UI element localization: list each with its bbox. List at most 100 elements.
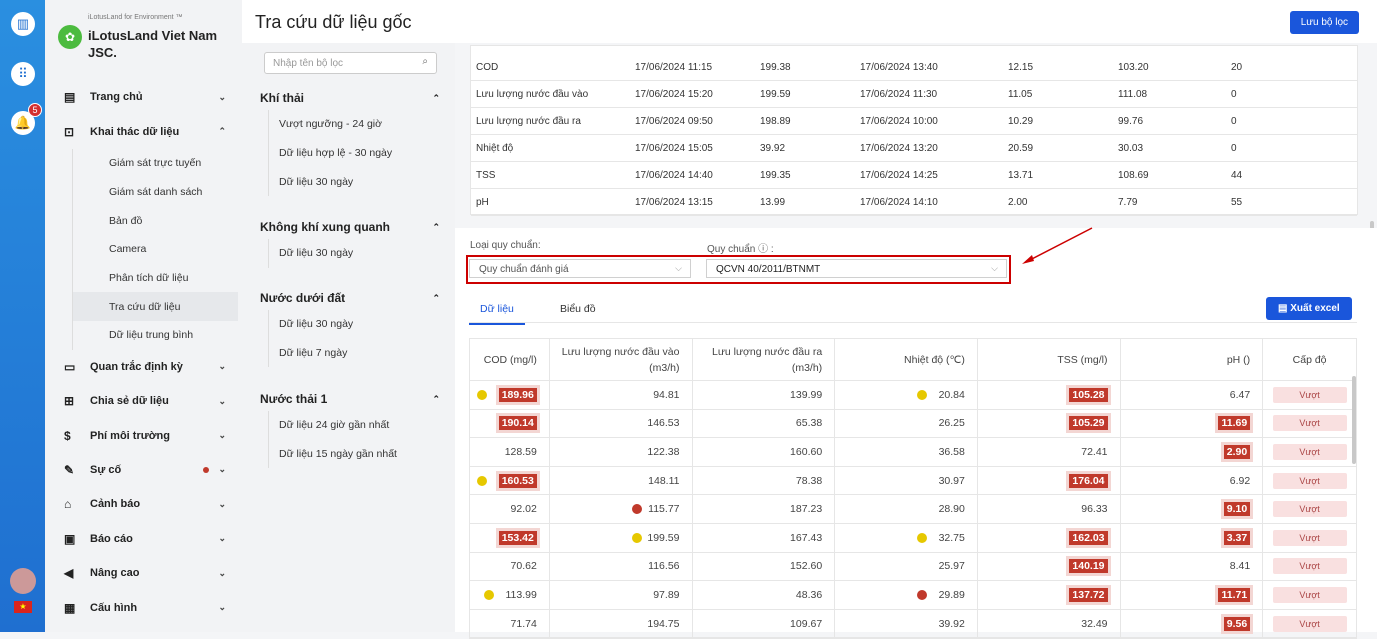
- save-filter-button[interactable]: Lưu bộ lọc: [1289, 11, 1359, 34]
- search-placeholder: Nhập tên bộ lọc: [273, 58, 344, 69]
- filter-search-input[interactable]: Nhập tên bộ lọc ⌕: [264, 52, 437, 74]
- table-cell: 109.67: [693, 609, 836, 638]
- sidebar-item[interactable]: ▭ Quan trắc định kỳ ⌄: [45, 350, 242, 384]
- table-row[interactable]: 189.96 94.81 139.99 20.84 105.28 6.47 Vượt: [470, 381, 1356, 410]
- summary-cell: 111.08: [1118, 88, 1148, 100]
- level-badge: Vượt: [1272, 501, 1347, 518]
- table-row[interactable]: 128.59 122.38 160.60 36.58 72.41 2.90 Vượt: [470, 438, 1356, 467]
- table-cell: 2.90: [1121, 438, 1264, 466]
- sidebar-subitem[interactable]: Giám sát danh sách: [72, 177, 242, 207]
- table-cell: 36.58: [835, 438, 978, 466]
- sidebar-item[interactable]: ▣ Báo cáo ⌄: [45, 522, 242, 556]
- summary-cell: 198.89: [760, 115, 791, 127]
- column-header-label: pH (): [1226, 353, 1251, 366]
- sidebar-item[interactable]: ✎ Sự cố ⌄: [45, 453, 242, 487]
- sidebar-item-label: Quan trắc định kỳ: [90, 360, 183, 373]
- cell-value: 48.36: [795, 588, 823, 601]
- summary-table: COD 17/06/2024 11:15 199.38 17/06/2024 13:4…: [470, 45, 1358, 216]
- cell-value: 36.58: [938, 445, 965, 458]
- table-scrollbar[interactable]: [1352, 376, 1356, 464]
- filter-item[interactable]: Vượt ngưỡng - 24 giờ: [268, 110, 440, 139]
- company-logo-icon: ✿: [58, 25, 82, 49]
- sidebar-subitem[interactable]: Bản đồ: [72, 206, 242, 235]
- sidebar-item-label: Cảnh báo: [90, 498, 141, 511]
- table-row[interactable]: 160.53 148.11 78.38 30.97 176.04 6.92 Vượt: [470, 466, 1356, 496]
- cell-value: 162.03: [1069, 530, 1108, 545]
- app-logo-icon[interactable]: ▥: [11, 12, 35, 36]
- avatar[interactable]: [10, 568, 36, 594]
- filter-item[interactable]: Dữ liệu 30 ngày: [268, 167, 440, 197]
- filter-item[interactable]: Dữ liệu 24 giờ gần nhất: [268, 411, 440, 440]
- cell-value: 97.89: [653, 588, 680, 601]
- filter-item[interactable]: Dữ liệu 7 ngày: [268, 338, 440, 368]
- apps-grid-icon[interactable]: ⠿: [11, 62, 35, 86]
- summary-cell: Lưu lượng nước đầu vào: [476, 88, 589, 100]
- nav-icon: ◀: [64, 566, 74, 581]
- tabs-divider: [469, 322, 1357, 323]
- table-cell: 97.89: [550, 581, 693, 609]
- cell-value: 65.38: [795, 417, 823, 430]
- filter-item[interactable]: Dữ liệu 15 ngày gần nhất: [268, 439, 440, 469]
- sidebar-item[interactable]: ⊞ Chia sẻ dữ liệu ⌄: [45, 384, 242, 418]
- cell-value: 160.53: [498, 473, 537, 488]
- nav-icon: ✎: [64, 462, 75, 477]
- filter-group-header[interactable]: Khí thải ⌃: [260, 86, 440, 110]
- level-badge: Vượt: [1272, 558, 1347, 575]
- yellow-status-dot-icon: [631, 532, 642, 543]
- table-row[interactable]: 113.99 97.89 48.36 29.89 137.72 11.71 Vượt: [470, 581, 1356, 610]
- cell-value: 78.38: [795, 474, 823, 487]
- table-cell: 105.29: [978, 409, 1121, 438]
- language-flag-icon[interactable]: ★: [14, 601, 32, 613]
- filter-group-header[interactable]: Nước thải 1 ⌃: [260, 387, 440, 411]
- chevron-down-icon: ⌄: [218, 602, 226, 613]
- cell-value: 105.28: [1069, 387, 1108, 402]
- cell-value: 32.49: [1081, 617, 1108, 630]
- filter-panel: Nhập tên bộ lọc ⌕ Khí thải ⌃ Vượt ngưỡng - …: [242, 43, 455, 632]
- sidebar-item-label: Nâng cao: [90, 567, 140, 580]
- sidebar-subitem[interactable]: Camera: [72, 234, 242, 264]
- sidebar-item[interactable]: ◀ Nâng cao ⌄: [45, 556, 242, 590]
- sidebar-item[interactable]: ▦ Cấu hình ⌄: [45, 590, 242, 624]
- sidebar-subitem[interactable]: Giám sát trực tuyến: [72, 148, 242, 178]
- filter-item[interactable]: Dữ liệu 30 ngày: [268, 310, 440, 339]
- summary-cell: 17/06/2024 09:50: [635, 115, 713, 127]
- sidebar-subitem[interactable]: Dữ liệu trung bình: [72, 320, 242, 350]
- cell-value: 148.11: [648, 474, 680, 487]
- summary-cell: 103.20: [1118, 61, 1149, 73]
- sidebar-subitem[interactable]: Phân tích dữ liệu: [72, 263, 242, 293]
- sidebar-item[interactable]: $ Phí môi trường ⌄: [45, 418, 242, 452]
- table-row[interactable]: 153.42 199.59 167.43 32.75 162.03 3.37 Vượt: [470, 523, 1356, 553]
- cell-value: 187.23: [790, 503, 823, 516]
- table-cell: 148.11: [550, 466, 693, 495]
- table-row[interactable]: 71.74 194.75 109.67 39.92 32.49 9.56 Vượt: [470, 609, 1356, 639]
- filter-group: Nước dưới đất ⌃ Dữ liệu 30 ngày Dữ liệu 7 n…: [260, 286, 440, 368]
- cell-value: 113.99: [505, 588, 537, 601]
- level-badge: Vượt: [1272, 443, 1347, 460]
- table-cell: 71.74: [470, 609, 550, 638]
- sidebar-subitem[interactable]: Tra cứu dữ liệu: [72, 292, 238, 321]
- table-row[interactable]: 190.14 146.53 65.38 26.25 105.29 11.69 Vượt: [470, 409, 1356, 439]
- sidebar-item[interactable]: ▤ Trang chủ ⌄: [45, 80, 242, 114]
- sidebar-item[interactable]: ⌂ Cảnh báo ⌄: [45, 487, 242, 521]
- cell-value: 189.96: [498, 387, 537, 402]
- cell-value: 72.41: [1081, 445, 1108, 458]
- level-badge: Vượt: [1272, 615, 1347, 632]
- filter-group-header[interactable]: Nước dưới đất ⌃: [260, 286, 440, 310]
- cell-value: 2.90: [1223, 444, 1251, 459]
- column-header: Nhiệt độ (℃): [835, 339, 978, 380]
- file-icon: ▤: [1278, 303, 1291, 314]
- export-excel-button[interactable]: ▤ Xuất excel: [1266, 297, 1352, 320]
- cell-value: 116.56: [648, 560, 680, 573]
- filter-group-header[interactable]: Không khí xung quanh ⌃: [260, 215, 440, 239]
- filter-item[interactable]: Dữ liệu 30 ngày: [268, 239, 440, 268]
- filter-item[interactable]: Dữ liệu hợp lệ - 30 ngày: [268, 138, 440, 168]
- sidebar-item-label: Chia sẻ dữ liệu: [90, 395, 169, 408]
- sidebar-item[interactable]: ⊡ Khai thác dữ liệu ⌃: [45, 114, 242, 148]
- table-row[interactable]: 70.62 116.56 152.60 25.97 140.19 8.41 Vượt: [470, 552, 1356, 582]
- summary-cell: 99.76: [1118, 115, 1144, 127]
- table-row[interactable]: 92.02 115.77 187.23 28.90 96.33 9.10 Vượt: [470, 495, 1356, 524]
- table-cell: 162.03: [978, 523, 1121, 552]
- tab-chart[interactable]: Biểu đồ: [560, 303, 596, 315]
- column-header: Cấp độ: [1263, 339, 1356, 380]
- level-cell: Vượt: [1263, 410, 1356, 438]
